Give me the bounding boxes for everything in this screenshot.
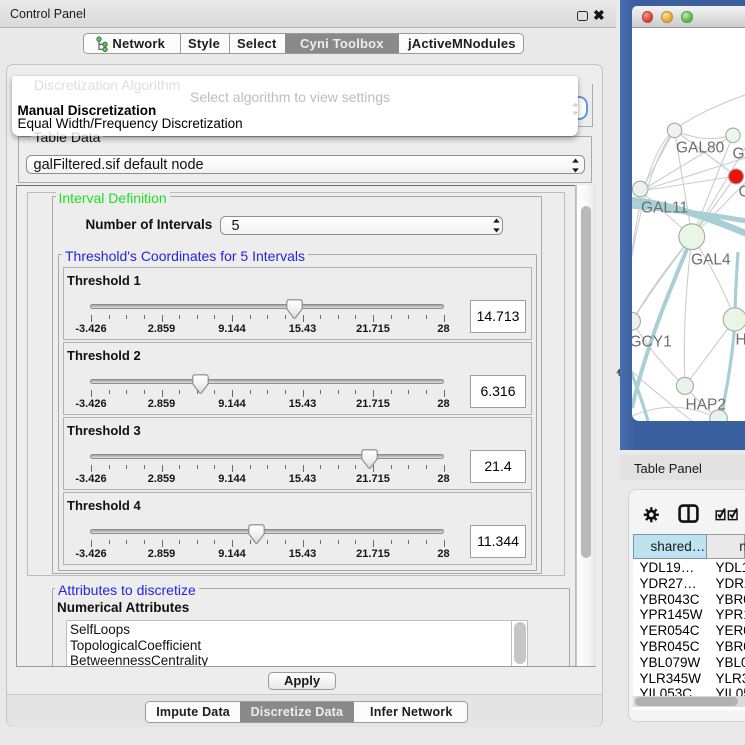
svg-text:HAP2: HAP2 bbox=[686, 396, 727, 413]
svg-text:GA: GA bbox=[733, 145, 745, 162]
svg-text:H: H bbox=[736, 331, 745, 348]
svg-text:GAL80: GAL80 bbox=[676, 139, 725, 156]
svg-text:GAL11: GAL11 bbox=[641, 199, 688, 216]
svg-text:GAL4: GAL4 bbox=[691, 251, 731, 268]
svg-text:GCY1: GCY1 bbox=[632, 333, 672, 350]
svg-text:C: C bbox=[739, 183, 745, 200]
